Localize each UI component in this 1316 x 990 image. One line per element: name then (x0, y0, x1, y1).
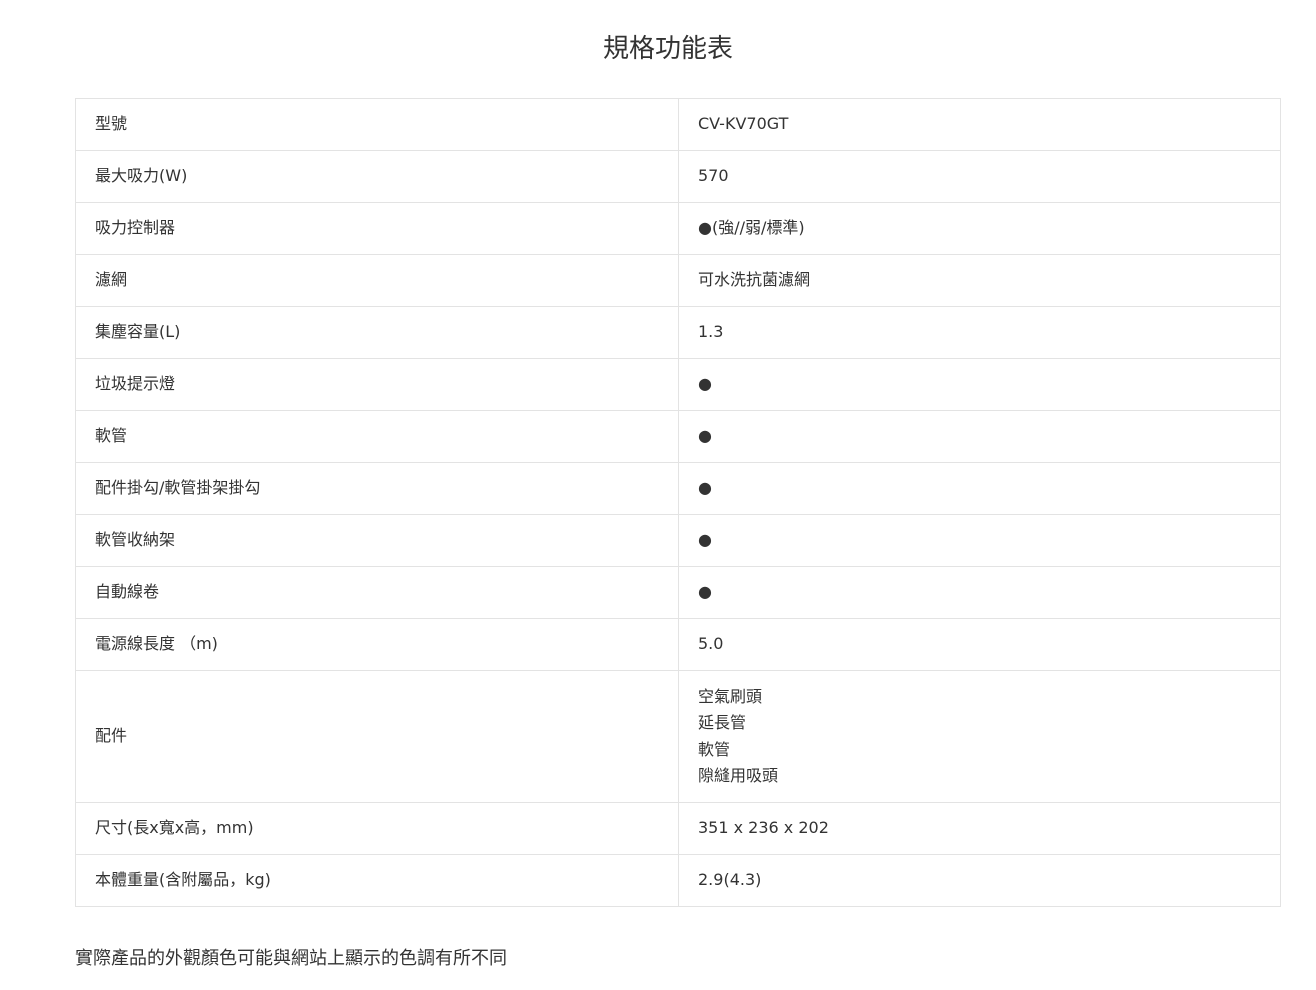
spec-label-cord-length: 電源線長度 （m) (75, 618, 679, 671)
spec-label-accessory-hook: 配件掛勾/軟管掛架掛勾 (75, 462, 679, 515)
page-title: 規格功能表 (602, 34, 733, 64)
spec-label-model: 型號 (75, 98, 679, 151)
table-row: 配件 空氣刷頭 延長管 軟管 隙縫用吸頭 (75, 670, 1281, 803)
accessory-item: 空氣刷頭 (698, 686, 763, 706)
table-row: 最大吸力(W) 570 (75, 150, 1281, 203)
spec-value-weight: 2.9(4.3) (678, 854, 1281, 907)
spec-label-dimensions: 尺寸(長x寬x高，mm) (75, 802, 679, 855)
spec-label-hose-storage: 軟管收納架 (75, 514, 679, 567)
color-disclaimer: 實際產品的外觀顏色可能與網站上顯示的色調有所不同 (75, 948, 507, 969)
table-row: 吸力控制器 ●(強//弱/標準) (75, 202, 1281, 255)
spec-table: 型號 CV-KV70GT 最大吸力(W) 570 吸力控制器 ●(強//弱/標準… (75, 98, 1281, 907)
spec-value-cord-reel: ● (678, 566, 1281, 619)
spec-label-accessories: 配件 (75, 670, 679, 803)
spec-value-dust-indicator: ● (678, 358, 1281, 411)
table-row: 配件掛勾/軟管掛架掛勾 ● (75, 462, 1281, 515)
table-row: 電源線長度 （m) 5.0 (75, 618, 1281, 671)
accessory-item: 隙縫用吸頭 (698, 766, 779, 785)
spec-value-accessory-hook: ● (678, 462, 1281, 515)
spec-label-cord-reel: 自動線卷 (75, 566, 679, 619)
table-row: 軟管 ● (75, 410, 1281, 463)
spec-value-accessories: 空氣刷頭 延長管 軟管 隙縫用吸頭 (678, 670, 1281, 803)
table-row: 濾網 可水洗抗菌濾網 (75, 254, 1281, 307)
table-row: 垃圾提示燈 ● (75, 358, 1281, 411)
spec-value-hose: ● (678, 410, 1281, 463)
spec-value-cord-length: 5.0 (678, 618, 1281, 671)
spec-label-weight: 本體重量(含附屬品，kg) (75, 854, 679, 907)
table-row: 尺寸(長x寬x高，mm) 351 x 236 x 202 (75, 802, 1281, 855)
accessory-item: 軟管 (698, 739, 731, 759)
spec-value-model: CV-KV70GT (678, 98, 1281, 151)
spec-value-filter: 可水洗抗菌濾網 (678, 254, 1281, 307)
spec-label-dust-capacity: 集塵容量(L) (75, 306, 679, 359)
spec-label-suction-control: 吸力控制器 (75, 202, 679, 255)
spec-label-hose: 軟管 (75, 410, 679, 463)
spec-label-dust-indicator: 垃圾提示燈 (75, 358, 679, 411)
table-row: 集塵容量(L) 1.3 (75, 306, 1281, 359)
spec-value-dimensions: 351 x 236 x 202 (678, 802, 1281, 855)
accessory-item: 延長管 (698, 713, 747, 732)
table-row: 本體重量(含附屬品，kg) 2.9(4.3) (75, 854, 1281, 907)
table-row: 型號 CV-KV70GT (75, 98, 1281, 151)
spec-label-max-suction: 最大吸力(W) (75, 150, 679, 203)
spec-label-filter: 濾網 (75, 254, 679, 307)
table-row: 軟管收納架 ● (75, 514, 1281, 567)
spec-value-suction-control: ●(強//弱/標準) (678, 202, 1281, 255)
spec-value-max-suction: 570 (678, 150, 1281, 203)
table-row: 自動線卷 ● (75, 566, 1281, 619)
spec-value-dust-capacity: 1.3 (678, 306, 1281, 359)
spec-value-hose-storage: ● (678, 514, 1281, 567)
